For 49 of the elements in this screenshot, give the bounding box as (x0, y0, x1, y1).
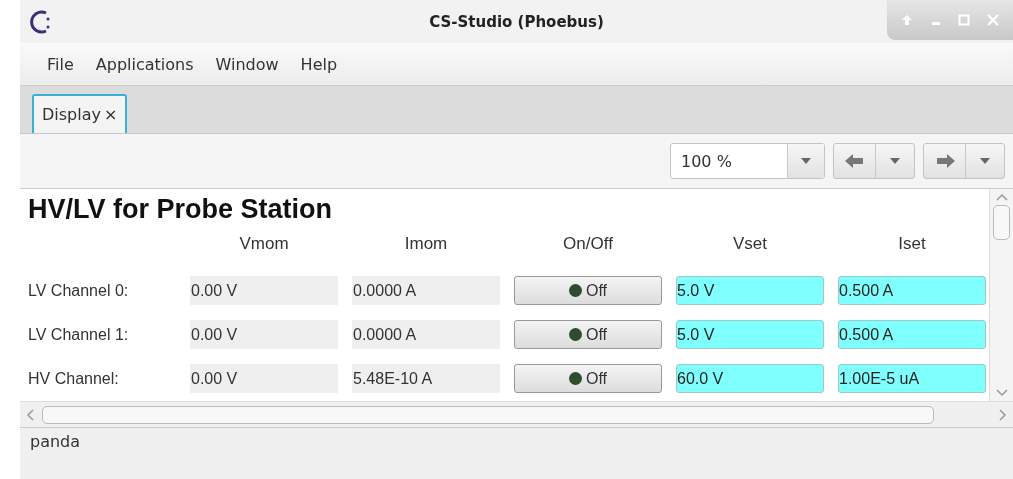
readback-value: 0.00 V (190, 364, 338, 393)
setpoint-field[interactable]: 5.0 V (676, 320, 824, 349)
pin-icon[interactable] (901, 14, 914, 26)
channel-label: LV Channel 0: (28, 281, 130, 300)
column-header: Vmom (238, 233, 290, 255)
scrollbar-thumb[interactable] (993, 205, 1010, 240)
caret-icon (801, 158, 811, 164)
toggle-button[interactable]: Off (514, 320, 662, 349)
close-icon[interactable] (986, 14, 999, 26)
arrow-left-icon (844, 154, 865, 168)
caret-icon (890, 158, 900, 164)
column-header: Imom (403, 233, 449, 255)
column-header: On/Off (562, 233, 614, 255)
chevron-up-icon[interactable] (995, 193, 1008, 201)
readback-value: 5.48E-10 A (352, 364, 500, 393)
readback-value: 0.00 V (190, 320, 338, 349)
close-icon[interactable]: × (104, 105, 118, 124)
toggle-button[interactable]: Off (514, 276, 662, 305)
column-header: Iset (897, 233, 927, 255)
menu-item[interactable]: File (38, 50, 83, 78)
zoom-combobox[interactable]: 100 % (670, 143, 825, 179)
column-header: Vset (732, 233, 768, 255)
channel-label: HV Channel: (28, 369, 120, 388)
display-tab[interactable]: Display × (32, 94, 128, 133)
display-title: HV/LV for Probe Station (28, 193, 333, 226)
menu-item[interactable]: Help (291, 50, 347, 78)
readback-value: 0.0000 A (352, 320, 500, 349)
maximize-icon[interactable] (958, 14, 971, 26)
horizontal-scrollbar[interactable] (20, 401, 1013, 427)
readback-value: 0.0000 A (352, 276, 500, 305)
status-text: panda (30, 432, 81, 451)
readback-value: 0.00 V (190, 276, 338, 305)
chevron-left-icon[interactable] (26, 408, 34, 421)
menu-item[interactable]: Applications (86, 50, 203, 78)
chevron-down-icon[interactable] (995, 389, 1008, 397)
vertical-scrollbar[interactable] (989, 189, 1013, 401)
chevron-right-icon[interactable] (999, 408, 1007, 421)
setpoint-field[interactable]: 60.0 V (676, 364, 824, 393)
caret-icon (980, 158, 990, 164)
setpoint-field[interactable]: 1.00E-5 uA (838, 364, 986, 393)
window-title: CS-Studio (Phoebus) (429, 12, 605, 31)
menu-item[interactable]: Window (206, 50, 288, 78)
setpoint-field[interactable]: 0.500 A (838, 320, 986, 349)
setpoint-field[interactable]: 5.0 V (676, 276, 824, 305)
setpoint-field[interactable]: 0.500 A (838, 276, 986, 305)
toggle-button[interactable]: Off (514, 364, 662, 393)
arrow-right-icon (934, 154, 955, 168)
channel-label: LV Channel 1: (28, 325, 130, 344)
scrollbar-thumb[interactable] (42, 405, 934, 424)
